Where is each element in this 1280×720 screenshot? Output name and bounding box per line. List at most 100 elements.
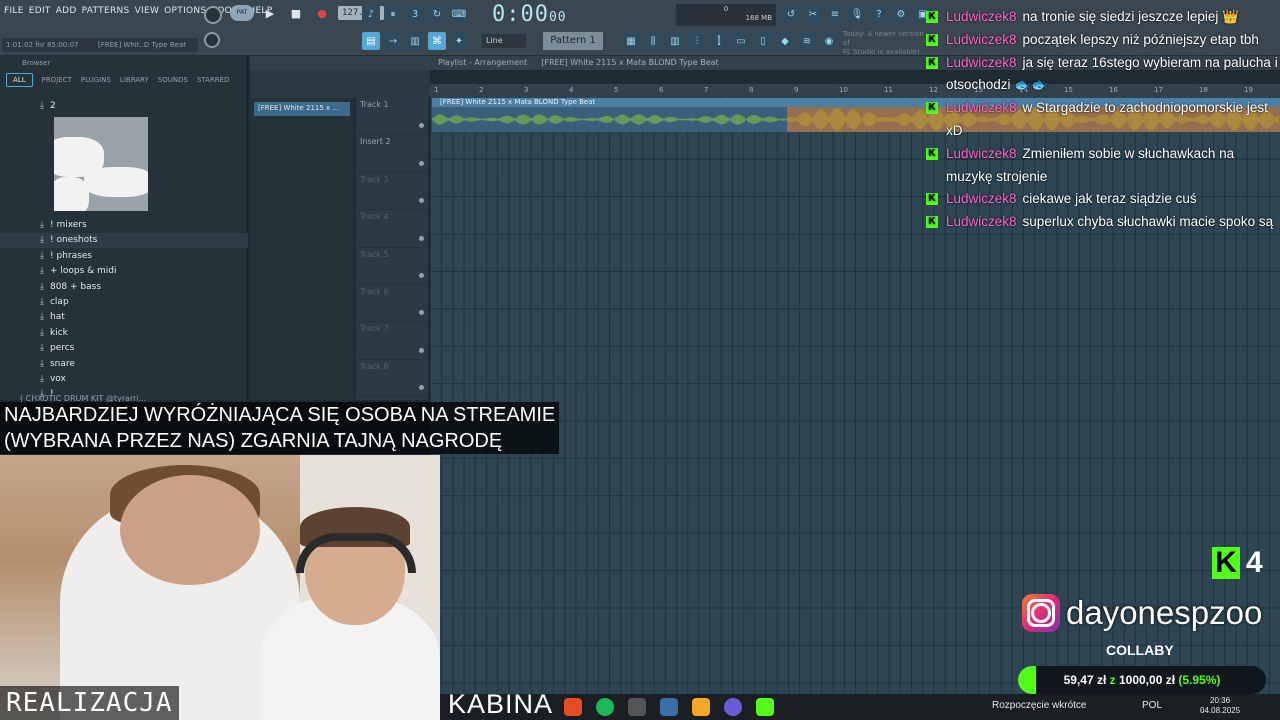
track-mute-icon[interactable] [419, 272, 424, 278]
pattern-chip[interactable]: [FREE] White 2115 x ... [254, 102, 350, 116]
settings-icon[interactable]: ⚙ [892, 5, 910, 23]
wait-icon[interactable]: ⏸ [384, 5, 402, 23]
browser-tab-starred[interactable]: STARRED [197, 76, 230, 84]
menu-edit[interactable]: EDIT [29, 6, 51, 16]
tree-folder[interactable]: ⤓ vox [0, 371, 248, 386]
tree-folder-label: ! mixers [49, 220, 87, 231]
track-header[interactable]: Track 6 [356, 285, 428, 323]
tree-folder[interactable]: ⤓ ! phrases [0, 248, 248, 263]
track-mute-icon[interactable] [419, 347, 424, 353]
cut-icon[interactable]: ✂ [804, 5, 822, 23]
app-icon[interactable] [660, 698, 678, 716]
record-icon[interactable]: ● [312, 4, 332, 22]
tree-folder[interactable]: ⤓ hat [0, 310, 248, 325]
song-time: 0:0000 [492, 2, 567, 27]
eq-icon[interactable]: ≋ [798, 32, 816, 50]
fader-icon[interactable]: ⫿ [710, 32, 728, 50]
stop-icon[interactable]: ■ [286, 4, 306, 22]
download-icon: ⤓ [40, 358, 44, 369]
news-panel[interactable]: Today: A newer version of FL Studio is a… [843, 30, 925, 56]
track-header[interactable]: Insert 2 [356, 135, 428, 173]
master-volume-knob[interactable] [204, 6, 222, 24]
pat-song-toggle[interactable]: PAT [230, 5, 254, 21]
tools-toolbar: ▤ → ▥ ⌘ ✦ [362, 32, 468, 50]
plugin-icon[interactable]: ◆ [776, 32, 794, 50]
browser-tab-project[interactable]: PROJECT [42, 76, 72, 84]
track-header[interactable]: Track 5 [356, 248, 428, 285]
brave-icon[interactable] [564, 698, 582, 716]
browser-tab-plugins[interactable]: PLUGINS [81, 76, 111, 84]
tree-folder[interactable]: ⤓ kick [0, 325, 248, 340]
browser-tab-sounds[interactable]: SOUNDS [158, 76, 188, 84]
metronome-icon[interactable]: ♪ [362, 5, 380, 23]
countdown-icon[interactable]: 3 [406, 5, 424, 23]
menu-file[interactable]: FILE [4, 6, 24, 16]
mixer-icon[interactable]: ≡ [826, 5, 844, 23]
arrow-icon[interactable]: → [384, 32, 402, 50]
track-mute-icon[interactable] [419, 385, 424, 391]
taskbar-clock[interactable]: 20:36 04.08.2025 [1200, 696, 1240, 716]
tree-folder[interactable]: ⤓ 808 + bass [0, 279, 248, 294]
track-header[interactable]: Track 1 [356, 98, 428, 136]
ruler-tick: 5 [614, 86, 619, 94]
help-icon[interactable]: ? [870, 5, 888, 23]
menu-patterns[interactable]: PATTERNS [82, 6, 130, 16]
loop-record-icon[interactable]: ↻ [428, 5, 446, 23]
playlist-icon[interactable]: ▤ [362, 32, 380, 50]
menu-view[interactable]: VIEW [135, 6, 160, 16]
mic-icon[interactable]: 🎙 [848, 5, 866, 23]
sliders-icon[interactable]: ⫶ [688, 32, 706, 50]
track-mute-icon[interactable] [419, 198, 424, 204]
download-icon: ⤓ [40, 235, 44, 246]
master-pitch-knob[interactable] [204, 32, 220, 48]
tree-folder[interactable]: ⤓ snare [0, 356, 248, 371]
lang-indicator[interactable]: POL [1142, 700, 1162, 711]
track-mute-icon[interactable] [419, 235, 424, 241]
undo-icon[interactable]: ↺ [782, 5, 800, 23]
tree-folder-label: vox [49, 373, 66, 384]
step-edit-icon[interactable]: ⌨ [450, 5, 468, 23]
chat-text: superlux chyba słuchawki macie spoko są [1022, 214, 1274, 230]
track-mute-icon[interactable] [419, 160, 424, 166]
app2-icon[interactable] [724, 698, 742, 716]
tree-folder-label: snare [49, 358, 75, 369]
tree-folder-top[interactable]: ⤓ 2 [0, 98, 248, 113]
pattern-select[interactable]: Pattern 1 [543, 32, 603, 50]
piano-roll-icon[interactable]: ▥ [666, 32, 684, 50]
obs-icon[interactable] [628, 698, 646, 716]
link-icon[interactable]: ⌘ [428, 32, 446, 50]
channel-rack-icon[interactable]: ▦ [622, 32, 640, 50]
tree-folder[interactable]: ⤓ + loops & midi [0, 264, 248, 279]
kick-badge-icon: K [926, 193, 938, 206]
track-header[interactable]: Track 4 [356, 210, 428, 248]
mixer-view-icon[interactable]: ⫼ [644, 32, 662, 50]
browser-tab-library[interactable]: LIBRARY [120, 76, 149, 84]
spotify-icon[interactable] [596, 698, 614, 716]
fl-studio-icon[interactable] [692, 698, 710, 716]
ruler-tick: 1 [434, 86, 439, 94]
taskbar-news[interactable]: Rozpoczęcie wkrótce [992, 700, 1086, 711]
track-header[interactable]: Track 3 [356, 173, 428, 211]
kick-app-icon[interactable] [756, 698, 774, 716]
stamp-icon[interactable]: ✦ [450, 32, 468, 50]
tree-folder[interactable]: ⤓ percs [0, 341, 248, 356]
play-icon[interactable]: ▶ [260, 4, 280, 22]
tree-folder[interactable]: ⤓ clap [0, 294, 248, 309]
browser-icon[interactable]: ▭ [732, 32, 750, 50]
track-mute-icon[interactable] [419, 310, 424, 316]
chat-text: ciekawe jak teraz siądzie cuś [1022, 191, 1197, 207]
menu-options[interactable]: OPTIONS [164, 6, 206, 16]
stream-screen: FILE EDIT ADD PATTERNS VIEW OPTIONS TOOLS HELP … [0, 0, 1280, 720]
file-icon[interactable]: ▯ [754, 32, 772, 50]
menu-add[interactable]: ADD [56, 6, 77, 16]
track-header[interactable]: Track 7 [356, 322, 428, 360]
record-view-icon[interactable]: ◉ [820, 32, 838, 50]
snap-select[interactable]: Line [482, 34, 526, 48]
track-mute-icon[interactable] [419, 123, 424, 129]
piano-icon[interactable]: ▥ [406, 32, 424, 50]
tree-folder[interactable]: ⤓ ! oneshots [0, 232, 248, 249]
browser-tab-all[interactable]: ALL [6, 73, 33, 87]
chat-message: K Ludwiczek8 początek lepszy niż późniejsz… [926, 29, 1280, 52]
track-header[interactable]: Track 8 [356, 360, 428, 398]
tree-folder[interactable]: ⤓ ! mixers [0, 217, 248, 232]
